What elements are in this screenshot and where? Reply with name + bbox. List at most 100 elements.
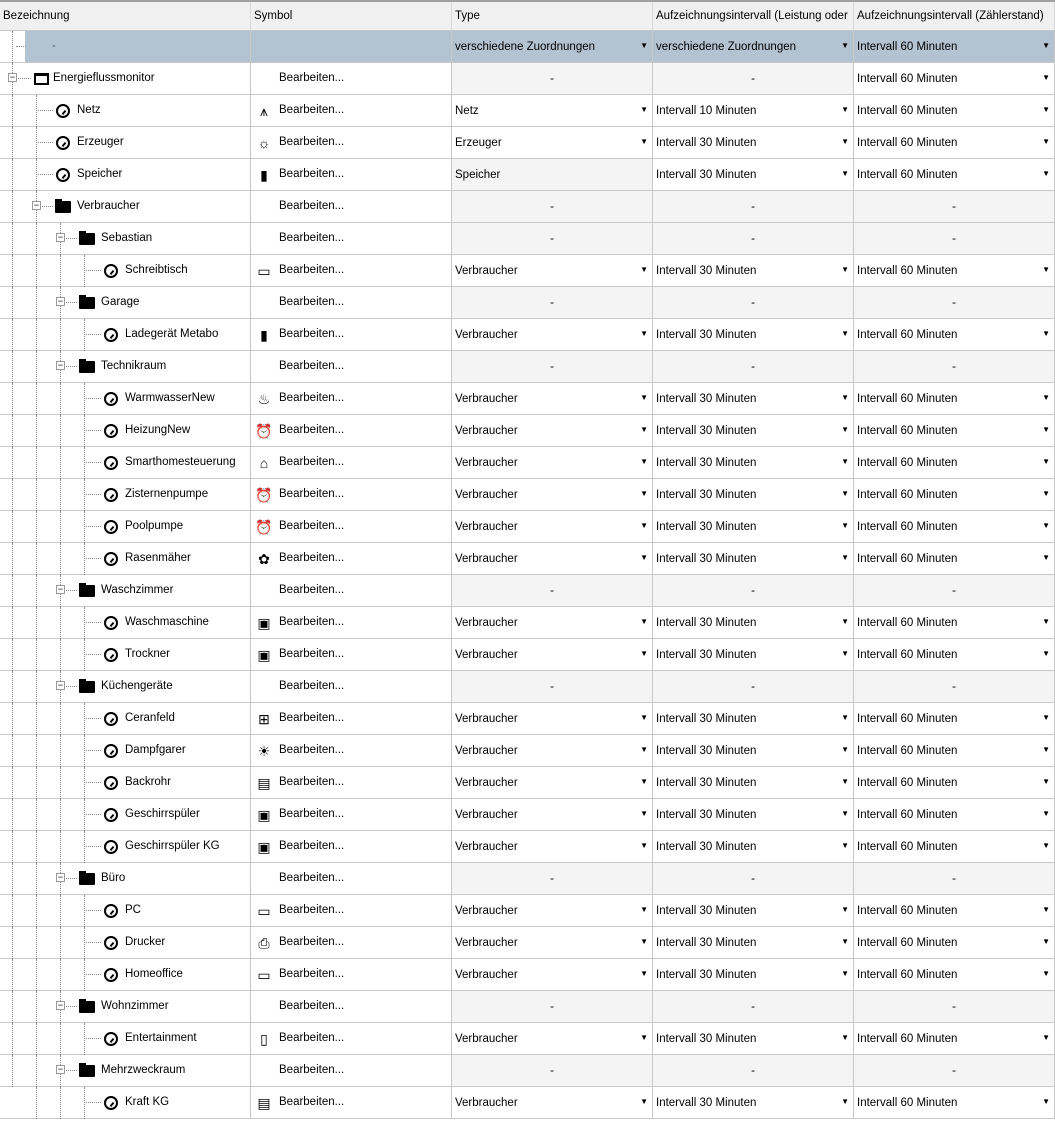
collapse-toggle[interactable]: −	[32, 201, 41, 210]
table-row[interactable]: − Verbraucher Bearbeiten... - - -	[0, 191, 1055, 223]
edit-symbol-button[interactable]: Bearbeiten...	[279, 776, 344, 788]
interval-power-dropdown[interactable]: Intervall 30 Minuten ▼	[653, 799, 854, 830]
interval-power-dropdown[interactable]: Intervall 30 Minuten ▼	[653, 383, 854, 414]
edit-symbol-button[interactable]: Bearbeiten...	[279, 744, 344, 756]
type-dropdown[interactable]: Verbraucher ▼	[452, 831, 653, 862]
edit-symbol-button[interactable]: Bearbeiten...	[279, 616, 344, 628]
type-dropdown[interactable]: Verbraucher ▼	[452, 735, 653, 766]
interval-power-dropdown[interactable]: Intervall 30 Minuten ▼	[653, 255, 854, 286]
type-dropdown[interactable]: Verbraucher ▼	[452, 959, 653, 990]
edit-symbol-button[interactable]: Bearbeiten...	[279, 232, 344, 244]
edit-symbol-button[interactable]: Bearbeiten...	[279, 712, 344, 724]
table-row[interactable]: Zisternenpumpe ⏰ Bearbeiten... Verbraucher ▼…	[0, 479, 1055, 511]
edit-symbol-button[interactable]: Bearbeiten...	[279, 360, 344, 372]
edit-symbol-button[interactable]: Bearbeiten...	[279, 168, 344, 180]
interval-meter-dropdown[interactable]: Intervall 60 Minuten ▼	[854, 127, 1055, 158]
interval-power-dropdown[interactable]: Intervall 30 Minuten ▼	[653, 415, 854, 446]
edit-symbol-button[interactable]: Bearbeiten...	[279, 1032, 344, 1044]
interval-power-dropdown[interactable]: Intervall 30 Minuten ▼	[653, 767, 854, 798]
table-row[interactable]: − Wohnzimmer Bearbeiten... - - -	[0, 991, 1055, 1023]
interval-power-dropdown[interactable]: Intervall 30 Minuten ▼	[653, 735, 854, 766]
interval-power-dropdown[interactable]: Intervall 30 Minuten ▼	[653, 127, 854, 158]
interval-meter-dropdown[interactable]: Intervall 60 Minuten ▼	[854, 927, 1055, 958]
interval-meter-dropdown[interactable]: Intervall 60 Minuten ▼	[854, 639, 1055, 670]
interval-meter-dropdown[interactable]: Intervall 60 Minuten ▼	[854, 447, 1055, 478]
interval-power-dropdown[interactable]: Intervall 30 Minuten ▼	[653, 159, 854, 190]
table-row[interactable]: HeizungNew ⏰ Bearbeiten... Verbraucher ▼ Inte…	[0, 415, 1055, 447]
edit-symbol-button[interactable]: Bearbeiten...	[279, 104, 344, 116]
type-dropdown[interactable]: Verbraucher ▼	[452, 383, 653, 414]
interval-meter-dropdown[interactable]: Intervall 60 Minuten ▼	[854, 159, 1055, 190]
edit-symbol-button[interactable]: Bearbeiten...	[279, 1000, 344, 1012]
edit-symbol-button[interactable]: Bearbeiten...	[279, 72, 344, 84]
interval-meter-dropdown[interactable]: Intervall 60 Minuten ▼	[854, 255, 1055, 286]
table-row[interactable]: PC ▭ Bearbeiten... Verbraucher ▼ Intervall 30…	[0, 895, 1055, 927]
interval-power-dropdown[interactable]: Intervall 30 Minuten ▼	[653, 959, 854, 990]
interval-meter-dropdown[interactable]: Intervall 60 Minuten ▼	[854, 95, 1055, 126]
interval-power-dropdown[interactable]: Intervall 30 Minuten ▼	[653, 1087, 854, 1118]
type-dropdown[interactable]: Verbraucher ▼	[452, 479, 653, 510]
interval-meter-dropdown[interactable]: Intervall 60 Minuten ▼	[854, 799, 1055, 830]
edit-symbol-button[interactable]: Bearbeiten...	[279, 1096, 344, 1108]
interval-power-dropdown[interactable]: verschiedene Zuordnungen ▼	[653, 31, 854, 62]
interval-meter-dropdown[interactable]: Intervall 60 Minuten ▼	[854, 31, 1055, 62]
table-row[interactable]: Homeoffice ▭ Bearbeiten... Verbraucher ▼ Inte…	[0, 959, 1055, 991]
edit-symbol-button[interactable]: Bearbeiten...	[279, 296, 344, 308]
header-interval-meter[interactable]: Aufzeichnungsintervall (Zählerstand)	[854, 2, 1055, 30]
interval-power-dropdown[interactable]: Intervall 30 Minuten ▼	[653, 319, 854, 350]
type-dropdown[interactable]: Verbraucher ▼	[452, 703, 653, 734]
type-dropdown[interactable]: Verbraucher ▼	[452, 927, 653, 958]
interval-power-dropdown[interactable]: Intervall 30 Minuten ▼	[653, 511, 854, 542]
table-row[interactable]: Backrohr ▤ Bearbeiten... Verbraucher ▼ Interv…	[0, 767, 1055, 799]
table-row[interactable]: − Energieflussmonitor Bearbeiten... - - Inter…	[0, 63, 1055, 95]
type-dropdown[interactable]: Verbraucher ▼	[452, 255, 653, 286]
edit-symbol-button[interactable]: Bearbeiten...	[279, 904, 344, 916]
interval-power-dropdown[interactable]: Intervall 30 Minuten ▼	[653, 607, 854, 638]
header-bezeichnung[interactable]: Bezeichnung	[0, 2, 251, 30]
table-row[interactable]: Kraft KG ▤ Bearbeiten... Verbraucher ▼ Interv…	[0, 1087, 1055, 1119]
interval-meter-dropdown[interactable]: Intervall 60 Minuten ▼	[854, 959, 1055, 990]
table-row[interactable]: Schreibtisch ▭ Bearbeiten... Verbraucher ▼ In…	[0, 255, 1055, 287]
type-dropdown[interactable]: Verbraucher ▼	[452, 767, 653, 798]
edit-symbol-button[interactable]: Bearbeiten...	[279, 136, 344, 148]
table-row[interactable]: Drucker ⎙ Bearbeiten... Verbraucher ▼ Interva…	[0, 927, 1055, 959]
table-row[interactable]: − Technikraum Bearbeiten... - - -	[0, 351, 1055, 383]
interval-meter-dropdown[interactable]: Intervall 60 Minuten ▼	[854, 895, 1055, 926]
selected-row[interactable]: - verschiedene Zuordnungen ▼ verschiedene…	[0, 31, 1055, 63]
table-row[interactable]: − Mehrzweckraum Bearbeiten... - - -	[0, 1055, 1055, 1087]
type-dropdown[interactable]: Verbraucher ▼	[452, 895, 653, 926]
type-dropdown[interactable]: Verbraucher ▼	[452, 1087, 653, 1118]
edit-symbol-button[interactable]: Bearbeiten...	[279, 808, 344, 820]
edit-symbol-button[interactable]: Bearbeiten...	[279, 488, 344, 500]
interval-power-dropdown[interactable]: Intervall 30 Minuten ▼	[653, 831, 854, 862]
interval-meter-dropdown[interactable]: Intervall 60 Minuten ▼	[854, 511, 1055, 542]
table-row[interactable]: WarmwasserNew ♨ Bearbeiten... Verbraucher ▼ I…	[0, 383, 1055, 415]
interval-power-dropdown[interactable]: Intervall 30 Minuten ▼	[653, 703, 854, 734]
edit-symbol-button[interactable]: Bearbeiten...	[279, 424, 344, 436]
collapse-toggle[interactable]: −	[56, 361, 65, 370]
type-dropdown[interactable]: Erzeuger ▼	[452, 127, 653, 158]
interval-power-dropdown[interactable]: Intervall 30 Minuten ▼	[653, 447, 854, 478]
edit-symbol-button[interactable]: Bearbeiten...	[279, 328, 344, 340]
type-dropdown[interactable]: Verbraucher ▼	[452, 1023, 653, 1054]
interval-meter-dropdown[interactable]: Intervall 60 Minuten ▼	[854, 1087, 1055, 1118]
edit-symbol-button[interactable]: Bearbeiten...	[279, 456, 344, 468]
table-row[interactable]: − Büro Bearbeiten... - - -	[0, 863, 1055, 895]
edit-symbol-button[interactable]: Bearbeiten...	[279, 840, 344, 852]
type-dropdown[interactable]: Verbraucher ▼	[452, 415, 653, 446]
table-row[interactable]: Erzeuger ☼ Bearbeiten... Erzeuger ▼ Intervall…	[0, 127, 1055, 159]
interval-meter-dropdown[interactable]: Intervall 60 Minuten ▼	[854, 831, 1055, 862]
interval-meter-dropdown[interactable]: Intervall 60 Minuten ▼	[854, 415, 1055, 446]
header-type[interactable]: Type	[452, 2, 653, 30]
interval-meter-dropdown[interactable]: Intervall 60 Minuten ▼	[854, 479, 1055, 510]
interval-power-dropdown[interactable]: Intervall 30 Minuten ▼	[653, 927, 854, 958]
table-row[interactable]: Poolpumpe ⏰ Bearbeiten... Verbraucher ▼ Inter…	[0, 511, 1055, 543]
edit-symbol-button[interactable]: Bearbeiten...	[279, 648, 344, 660]
edit-symbol-button[interactable]: Bearbeiten...	[279, 392, 344, 404]
interval-power-dropdown[interactable]: Intervall 30 Minuten ▼	[653, 895, 854, 926]
header-symbol[interactable]: Symbol	[251, 2, 452, 30]
interval-power-dropdown[interactable]: Intervall 10 Minuten ▼	[653, 95, 854, 126]
interval-meter-dropdown[interactable]: Intervall 60 Minuten ▼	[854, 1023, 1055, 1054]
table-row[interactable]: Trockner ▣ Bearbeiten... Verbraucher ▼ Interv…	[0, 639, 1055, 671]
edit-symbol-button[interactable]: Bearbeiten...	[279, 520, 344, 532]
